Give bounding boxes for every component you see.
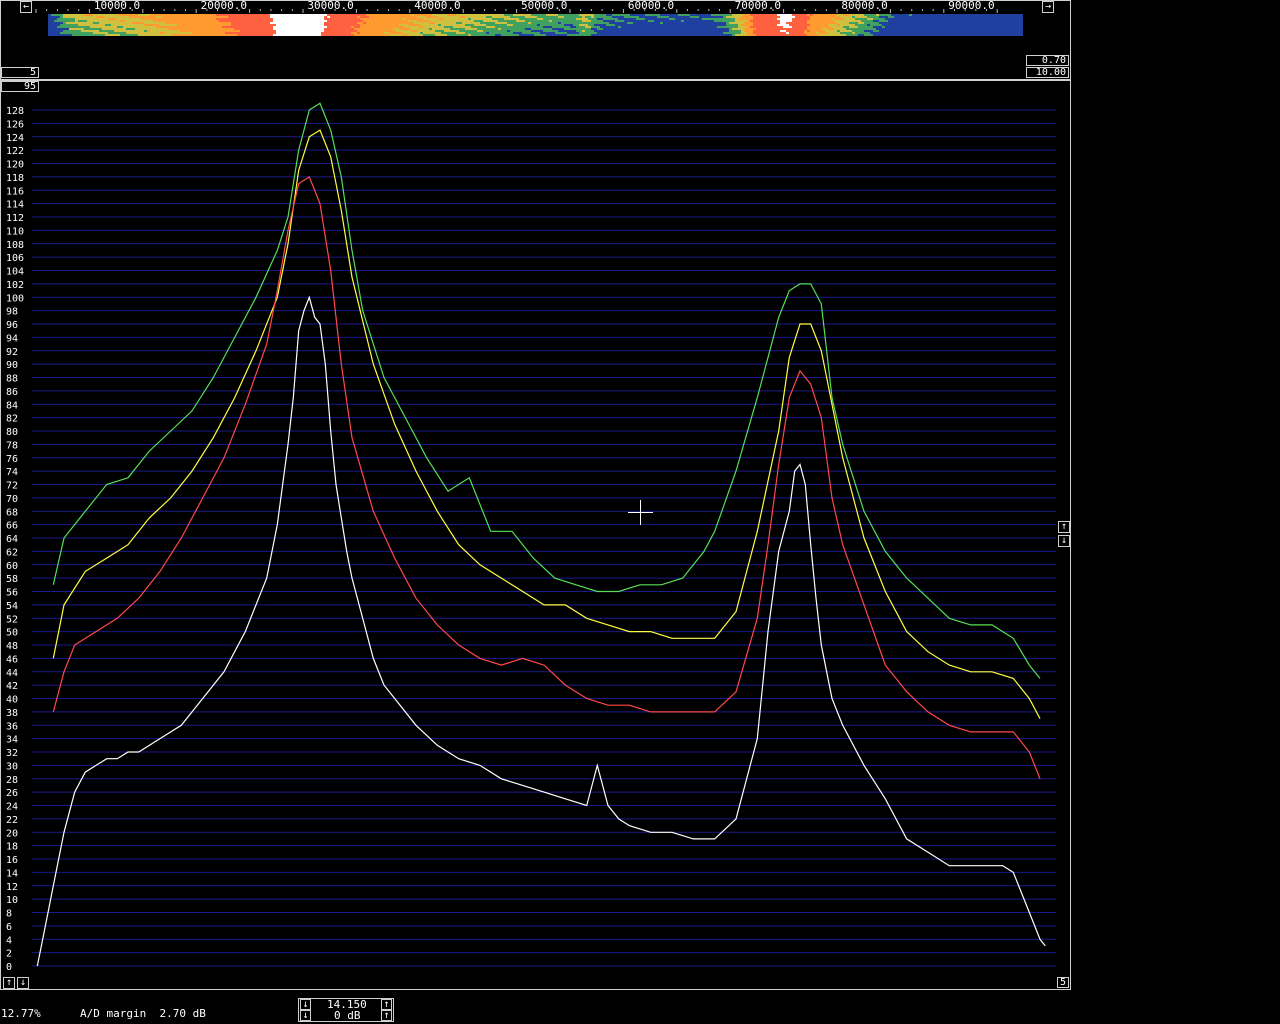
y-tick-label: 128 [6,106,24,117]
bottom-down-button[interactable]: ↓ [17,977,29,989]
y-tick-label: 66 [6,521,18,532]
y-tick-label: 62 [6,547,18,558]
y-tick-label: 116 [6,186,24,197]
y-tick-label: 20 [6,828,18,839]
y-tick-label: 80 [6,427,18,438]
y-tick-label: 22 [6,815,18,826]
down-arrow-icon: ↓ [1060,535,1068,546]
y-tick-label: 92 [6,347,18,358]
y-tick-label: 86 [6,387,18,398]
up-arrow-icon: ↑ [5,977,13,988]
y-tick-label: 26 [6,788,18,799]
y-tick-label: 110 [6,226,24,237]
y-tick-label: 44 [6,668,18,679]
y-tick-label: 34 [6,735,18,746]
y-tick-label: 60 [6,561,18,572]
y-tick-label: 52 [6,614,18,625]
up-arrow-icon: ↑ [1060,521,1068,532]
y-tick-label: 114 [6,200,24,211]
y-tick-label: 120 [6,160,24,171]
gain-down-button-bottom[interactable]: ↓ [300,1010,311,1021]
y-tick-label: 96 [6,320,18,331]
status-percent: 12.77% [1,1007,41,1020]
y-tick-label: 46 [6,654,18,665]
y-tick-label: 112 [6,213,24,224]
y-tick-label: 108 [6,240,24,251]
y-tick-label: 54 [6,601,18,612]
y-tick-label: 82 [6,414,18,425]
y-tick-label: 118 [6,173,24,184]
y-tick-label: 64 [6,534,18,545]
y-tick-label: 12 [6,882,18,893]
gain-value-bottom[interactable]: 0 dB [334,1010,361,1022]
y-tick-label: 122 [6,146,24,157]
scroll-up-button[interactable]: ↑ [1058,521,1070,533]
y-tick-label: 72 [6,481,18,492]
y-tick-label: 84 [6,400,18,411]
spectrum-analyzer-window: ← → 10000.0 20000.0 30000.0 40000.0 50000.0 6… [0,0,1280,1024]
y-tick-label: 76 [6,454,18,465]
y-tick-label: 48 [6,641,18,652]
y-tick-label: 102 [6,280,24,291]
up-arrow-icon: ↑ [383,999,390,1010]
y-tick-label: 50 [6,628,18,639]
y-tick-label: 90 [6,360,18,371]
y-tick-label: 40 [6,695,18,706]
y-tick-label: 56 [6,588,18,599]
scroll-down-button[interactable]: ↓ [1058,535,1070,547]
up-arrow-icon: ↑ [383,1010,390,1021]
y-tick-label: 6 [6,922,12,933]
y-tick-label: 14 [6,868,18,879]
y-tick-label: 124 [6,133,24,144]
y-tick-label: 106 [6,253,24,264]
y-tick-label: 42 [6,681,18,692]
down-arrow-icon: ↓ [19,977,27,988]
y-tick-label: 24 [6,802,18,813]
y-tick-label: 104 [6,267,24,278]
y-tick-label: 32 [6,748,18,759]
y-tick-label: 78 [6,440,18,451]
y-tick-label: 94 [6,333,18,344]
y-tick-label: 68 [6,507,18,518]
gain-down-button-top[interactable]: ↓ [300,999,311,1010]
bottom-up-button[interactable]: ↑ [3,977,15,989]
y-tick-label: 28 [6,775,18,786]
crosshair-cursor-icon [628,500,653,525]
gain-up-button-bottom[interactable]: ↑ [381,1010,392,1021]
y-tick-label: 88 [6,374,18,385]
y-tick-label: 30 [6,761,18,772]
gain-up-button-top[interactable]: ↑ [381,999,392,1010]
y-tick-label: 0 [6,962,12,973]
y-tick-label: 70 [6,494,18,505]
y-tick-label: 16 [6,855,18,866]
down-arrow-icon: ↓ [302,1010,309,1021]
y-tick-label: 98 [6,307,18,318]
y-tick-label: 18 [6,842,18,853]
status-ad-margin: A/D margin 2.70 dB [80,1007,206,1020]
y-tick-label: 8 [6,909,12,920]
down-arrow-icon: ↓ [302,999,309,1010]
y-tick-label: 10 [6,895,18,906]
y-tick-label: 100 [6,293,24,304]
y-tick-label: 2 [6,949,12,960]
spectrum-trace-yellow [52,129,1041,719]
y-tick-label: 4 [6,935,12,946]
y-tick-label: 74 [6,467,18,478]
y-tick-label: 126 [6,119,24,130]
bottom-right-box[interactable]: 5 [1057,977,1069,988]
spectrum-trace-red [52,176,1041,780]
y-tick-label: 36 [6,721,18,732]
y-tick-label: 58 [6,574,18,585]
y-tick-label: 38 [6,708,18,719]
